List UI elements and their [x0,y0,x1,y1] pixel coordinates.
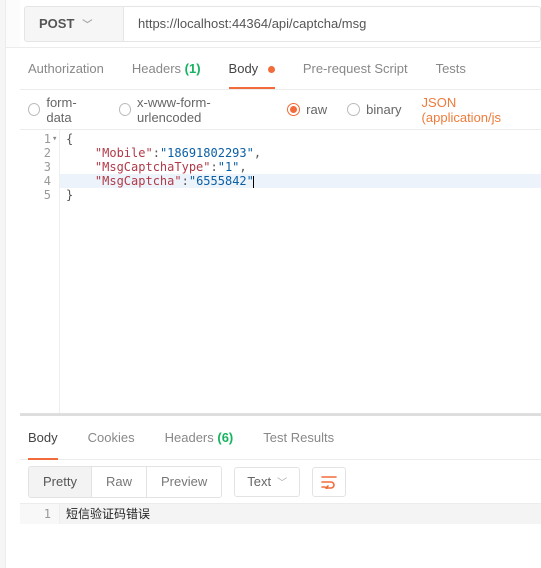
response-toolbar: Pretty Raw Preview Text ﹀ [20,460,541,504]
res-code-area[interactable]: 短信验证码错误 [60,504,541,524]
tab-prerequest[interactable]: Pre-request Script [303,49,408,88]
headers-count: (1) [185,61,201,76]
line-gutter: 1 2 3 4 5 [20,130,60,413]
modified-dot-icon [268,66,275,73]
wrap-icon [321,475,337,489]
radio-icon [119,103,131,116]
radio-urlencoded[interactable]: x-www-form-urlencoded [119,95,268,125]
tab-res-headers[interactable]: Headers (6) [165,416,234,459]
tab-tests[interactable]: Tests [436,49,466,88]
tab-headers[interactable]: Headers (1) [132,49,201,88]
syntax-dropdown[interactable]: Text ﹀ [234,467,300,497]
radio-raw[interactable]: raw [287,102,327,117]
res-line-gutter: 1 [20,504,60,524]
radio-binary[interactable]: binary [347,102,401,117]
url-text: https://localhost:44364/api/captcha/msg [138,16,366,31]
btn-preview[interactable]: Preview [146,467,221,497]
btn-pretty[interactable]: Pretty [29,467,91,497]
radio-icon [28,103,40,116]
response-body-editor[interactable]: 1 短信验证码错误 [20,504,541,524]
tab-res-body[interactable]: Body [28,416,58,459]
text-cursor [253,176,254,188]
chevron-down-icon: ﹀ [277,474,287,489]
method-label: POST [39,16,74,31]
radio-icon [347,103,360,116]
chevron-down-icon: ﹀ [82,16,92,31]
body-type-options: form-data x-www-form-urlencoded raw bina… [20,90,541,130]
response-tabs: Body Cookies Headers (6) Test Results [20,416,541,460]
url-bar: POST ﹀ https://localhost:44364/api/captc… [20,0,541,48]
request-tabs: Authorization Headers (1) Body Pre-reque… [20,48,541,90]
content-type-dropdown[interactable]: JSON (application/js [422,95,533,125]
tab-authorization[interactable]: Authorization [28,49,104,88]
request-body-editor[interactable]: 1 2 3 4 5 {▾ "Mobile":"18691802293", "Ms… [20,130,541,414]
url-input[interactable]: https://localhost:44364/api/captcha/msg [124,6,541,42]
tab-res-tests[interactable]: Test Results [263,416,334,459]
res-headers-count: (6) [217,430,233,445]
tab-body[interactable]: Body [229,49,275,88]
view-mode-segment: Pretty Raw Preview [28,466,222,498]
code-area[interactable]: {▾ "Mobile":"18691802293", "MsgCaptchaTy… [60,130,541,413]
wrap-lines-button[interactable] [312,467,346,497]
tab-res-cookies[interactable]: Cookies [88,416,135,459]
btn-raw[interactable]: Raw [91,467,146,497]
fold-icon[interactable]: ▾ [52,132,57,146]
radio-icon [287,103,300,116]
method-dropdown[interactable]: POST ﹀ [24,6,124,42]
radio-form-data[interactable]: form-data [28,95,99,125]
